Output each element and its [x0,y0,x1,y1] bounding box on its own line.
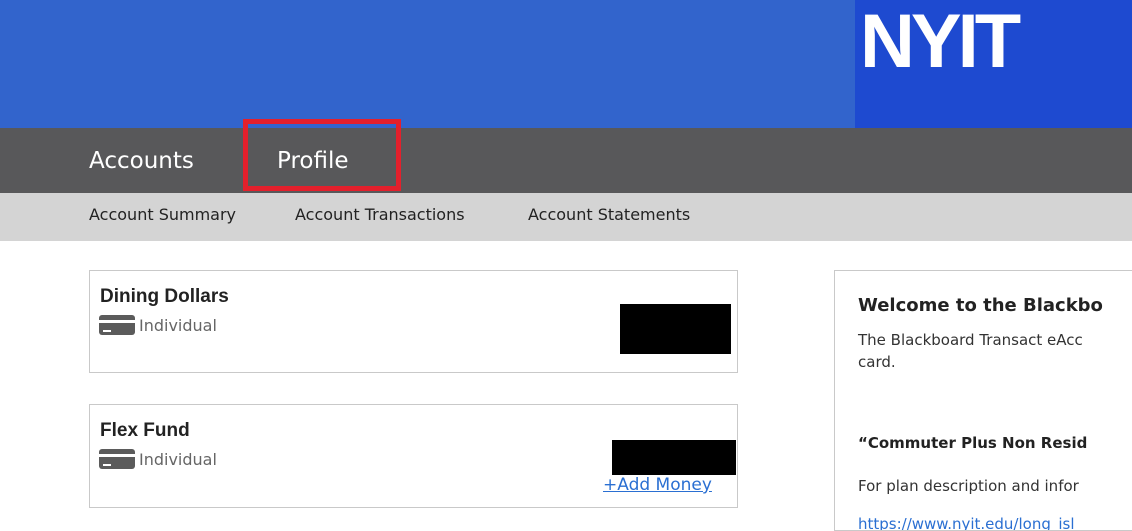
account-type-label: Individual [139,315,217,335]
redacted-balance [612,440,736,475]
subnav-account-transactions[interactable]: Account Transactions [295,207,465,223]
account-card-flex-fund[interactable]: Flex Fund Individual +Add Money [89,404,738,508]
add-money-link[interactable]: +Add Money [603,475,712,495]
account-type: Individual [99,315,217,335]
account-name: Flex Fund [100,420,190,441]
welcome-panel: Welcome to the Blackbo The Blackboard Tr… [834,270,1132,531]
plan-info-link[interactable]: https://www.nyit.edu/long_isl [858,515,1075,530]
welcome-info-text: For plan description and infor [858,477,1079,495]
nav-accounts[interactable]: Accounts [89,150,194,173]
profile-highlight-box [243,119,401,191]
welcome-body: The Blackboard Transact eAcc card. [858,331,1083,371]
account-type-label: Individual [139,449,217,469]
nyit-logo-text: NYIT [860,0,1021,84]
redacted-balance [620,304,731,354]
subnav-account-statements[interactable]: Account Statements [528,207,690,223]
account-card-dining-dollars[interactable]: Dining Dollars Individual [89,270,738,373]
subnav-account-summary[interactable]: Account Summary [89,207,236,223]
credit-card-icon [99,449,135,469]
welcome-subheading: “Commuter Plus Non Resid [858,434,1088,452]
account-name: Dining Dollars [100,286,229,307]
account-type: Individual [99,449,217,469]
credit-card-icon [99,315,135,335]
welcome-title: Welcome to the Blackbo [858,295,1103,316]
